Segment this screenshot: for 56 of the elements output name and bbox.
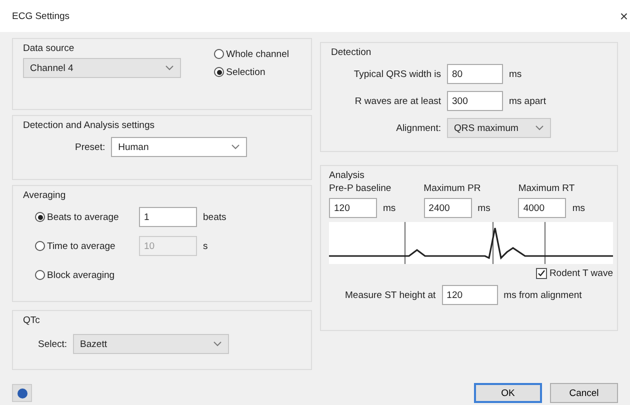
radio-label: Beats to average bbox=[47, 212, 119, 222]
radio-button[interactable] bbox=[35, 241, 45, 251]
field-label: Alignment: bbox=[395, 122, 441, 134]
unit-label: ms bbox=[572, 202, 586, 214]
caret-icon bbox=[165, 65, 174, 71]
radio-button[interactable] bbox=[214, 49, 224, 59]
help-icon bbox=[16, 388, 28, 398]
qtc-dropdown[interactable]: Bazett bbox=[73, 334, 230, 354]
field-label: Typical QRS width is bbox=[352, 68, 441, 80]
input-field[interactable]: 1 bbox=[139, 207, 197, 227]
alignment-dropdown[interactable]: QRS maximum bbox=[447, 118, 551, 138]
close-button[interactable]: × bbox=[620, 8, 628, 24]
unit-label: ms apart bbox=[509, 96, 546, 106]
field-label: R waves are at least bbox=[354, 96, 441, 106]
group-title: Averaging bbox=[23, 190, 66, 201]
dialog-button[interactable]: Cancel bbox=[550, 383, 618, 403]
unit-label: beats bbox=[203, 212, 226, 222]
window-title: ECG Settings bbox=[12, 10, 70, 22]
checkbox[interactable] bbox=[536, 268, 548, 279]
field-label: Maximum RT bbox=[518, 183, 576, 194]
radio-button[interactable] bbox=[35, 212, 45, 222]
radio-button[interactable] bbox=[214, 67, 224, 77]
input-field[interactable]: 120 bbox=[442, 285, 498, 305]
unit-label: ms bbox=[509, 68, 522, 80]
checkbox-label: Rodent T wave bbox=[549, 268, 613, 279]
help-button[interactable] bbox=[12, 384, 32, 402]
group-title: Detection bbox=[331, 47, 372, 58]
group-title: Analysis bbox=[329, 170, 364, 181]
preset-dropdown[interactable]: Human bbox=[111, 137, 248, 157]
radio-label: Selection bbox=[226, 66, 266, 78]
radio-label: Whole channel bbox=[226, 48, 289, 60]
field-label: Measure ST height at bbox=[345, 290, 436, 300]
unit-label: ms bbox=[383, 202, 396, 214]
unit-label: ms from alignment bbox=[504, 290, 582, 300]
input-field[interactable]: 2400 bbox=[424, 198, 472, 218]
group-title: Data source bbox=[23, 43, 74, 54]
input-field[interactable]: 80 bbox=[447, 64, 503, 84]
input-field[interactable]: 120 bbox=[329, 198, 377, 218]
field-label: Pre-P baseline bbox=[329, 183, 392, 194]
field-label: Maximum PR bbox=[424, 183, 482, 194]
dialog-button[interactable]: OK bbox=[474, 383, 542, 403]
caret-icon bbox=[535, 125, 544, 131]
field-label: Preset: bbox=[75, 142, 106, 152]
group-title: Detection and Analysis settings bbox=[23, 120, 154, 131]
channel-dropdown[interactable]: Channel 4 bbox=[23, 58, 181, 78]
field-label: Select: bbox=[38, 338, 68, 350]
caret-icon bbox=[213, 341, 222, 347]
unit-label: s bbox=[203, 240, 208, 252]
group-title: QTc bbox=[23, 315, 40, 326]
caret-icon bbox=[231, 144, 240, 150]
input-field[interactable]: 4000 bbox=[518, 198, 566, 218]
unit-label: ms bbox=[478, 202, 490, 214]
radio-button[interactable] bbox=[35, 270, 45, 280]
radio-label: Time to average bbox=[47, 240, 116, 252]
input-field[interactable]: 300 bbox=[447, 91, 503, 111]
radio-label: Block averaging bbox=[47, 270, 115, 280]
